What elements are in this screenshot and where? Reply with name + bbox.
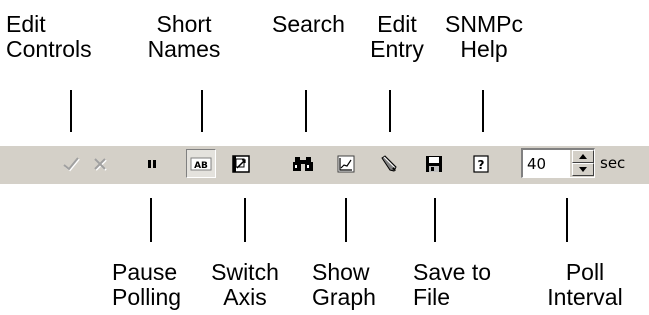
save-to-file-button[interactable] (419, 149, 449, 178)
leader-switch-axis (244, 198, 246, 242)
callout-edit-controls: Edit Controls (6, 11, 92, 62)
leader-pause-polling (150, 198, 152, 242)
poll-interval-unit: sec (600, 154, 626, 172)
leader-snmpc-help (482, 90, 484, 132)
poll-interval-spinbox (521, 148, 595, 178)
arrow-up-icon (579, 154, 587, 159)
callout-pause-polling: Pause Polling (112, 259, 182, 310)
callout-edit-entry: Edit Entry (370, 11, 424, 62)
leader-edit-controls (70, 90, 72, 132)
leader-search (305, 90, 307, 132)
floppy-disk-icon (426, 155, 442, 172)
switch-axis-button[interactable] (226, 149, 256, 178)
leader-short-names (201, 90, 203, 132)
short-names-icon: AB (190, 157, 212, 171)
spin-down-button[interactable] (572, 163, 594, 176)
arrow-down-icon (579, 167, 587, 172)
pencil-icon (381, 154, 397, 172)
leader-save-to-file (434, 198, 436, 242)
graph-icon (337, 155, 355, 172)
callout-short-names: Short Names (147, 11, 221, 62)
callout-poll-interval: Poll Interval (547, 259, 623, 310)
callout-save-to-file: Save to File (413, 259, 491, 310)
search-button[interactable] (288, 149, 318, 178)
leader-poll-interval (566, 198, 568, 242)
pause-icon (148, 159, 156, 168)
poll-interval-input[interactable] (527, 153, 567, 175)
svg-text:?: ? (478, 158, 485, 172)
leader-show-graph (345, 198, 347, 242)
callout-switch-axis: Switch Axis (211, 259, 279, 310)
help-icon: ? (473, 154, 489, 173)
spin-up-button[interactable] (572, 150, 594, 163)
snmpc-help-button[interactable]: ? (466, 149, 496, 178)
callout-snmpc-help: SNMPc Help (445, 11, 523, 62)
svg-text:AB: AB (194, 161, 208, 171)
binoculars-icon (293, 156, 313, 171)
cancel-edit-button[interactable] (85, 149, 115, 178)
pause-polling-button[interactable] (137, 149, 167, 178)
apply-edit-button[interactable] (56, 149, 86, 178)
close-icon (94, 157, 107, 171)
short-names-button[interactable]: AB (186, 149, 216, 178)
callout-show-graph: Show Graph (312, 259, 376, 310)
switch-axis-icon (232, 154, 250, 173)
edit-entry-button[interactable] (374, 149, 404, 178)
leader-edit-entry (389, 90, 391, 132)
spin-buttons (570, 150, 594, 177)
checkmark-icon (63, 156, 80, 171)
callout-search: Search (272, 11, 345, 37)
show-graph-button[interactable] (331, 149, 361, 178)
